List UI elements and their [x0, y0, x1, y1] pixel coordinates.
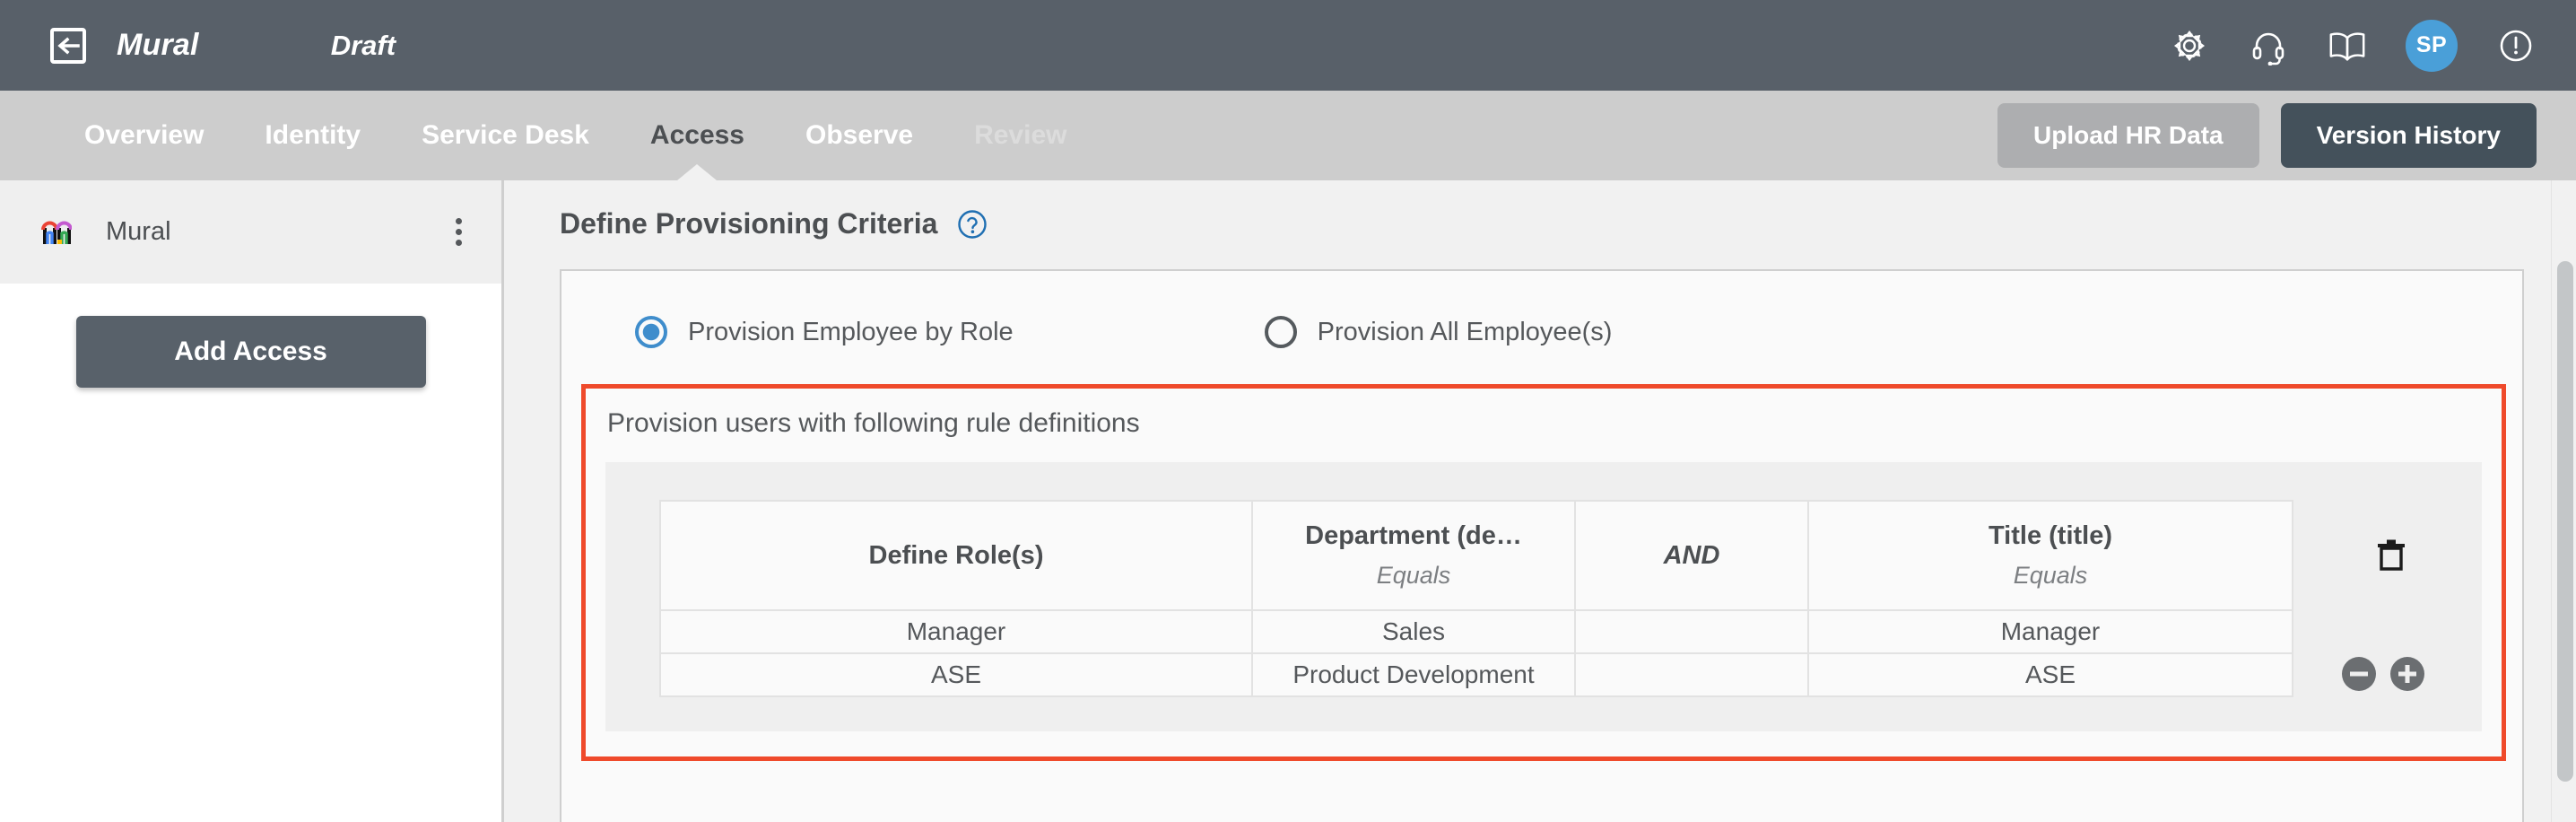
- top-bar: Mural Draft SP: [0, 0, 2576, 91]
- rules-table-header-row: Define Role(s) Department (de… Equals AN…: [659, 500, 2293, 611]
- book-icon[interactable]: [2327, 25, 2368, 66]
- tab-service-desk[interactable]: Service Desk: [391, 91, 620, 180]
- nav-tab-list: Overview Identity Service Desk Access Ob…: [54, 91, 1097, 180]
- radio-by-role-input[interactable]: [635, 316, 667, 348]
- nav-bar: Overview Identity Service Desk Access Ob…: [0, 91, 2576, 180]
- page-title: Define Provisioning Criteria: [560, 207, 938, 240]
- sidebar-item-label: Mural: [106, 217, 171, 246]
- rule-definitions-title: Provision users with following rule defi…: [607, 408, 1140, 438]
- exclamation-circle-icon[interactable]: [2495, 25, 2537, 66]
- tab-observe[interactable]: Observe: [775, 91, 944, 180]
- table-row[interactable]: Manager Sales Manager: [659, 609, 2293, 654]
- column-header-department: Department (de… Equals: [1251, 500, 1576, 611]
- radio-option-all-employees[interactable]: Provision All Employee(s): [1264, 316, 1613, 348]
- tab-identity[interactable]: Identity: [234, 91, 391, 180]
- application-window: Mural Draft SP Overview Identity Service…: [0, 0, 2576, 822]
- cell-role[interactable]: Manager: [659, 609, 1253, 654]
- avatar[interactable]: SP: [2406, 19, 2458, 72]
- plus-circle-icon[interactable]: [2390, 657, 2424, 691]
- column-header-define-roles-label: Define Role(s): [868, 540, 1044, 570]
- column-header-define-roles: Define Role(s): [659, 500, 1253, 611]
- provisioning-mode-radio-group: Provision Employee by Role Provision All…: [561, 316, 2522, 348]
- rule-table-container: Define Role(s) Department (de… Equals AN…: [605, 462, 2482, 731]
- trash-icon[interactable]: [2375, 537, 2407, 573]
- cell-title[interactable]: Manager: [1807, 609, 2293, 654]
- top-bar-left: Mural Draft: [50, 27, 396, 64]
- cell-role[interactable]: ASE: [659, 652, 1253, 697]
- radio-by-role-label: Provision Employee by Role: [688, 317, 1014, 346]
- page-body: Mural Add Access Define Provisioning Cri…: [0, 180, 2576, 822]
- cell-department[interactable]: Product Development: [1251, 652, 1576, 697]
- nav-actions: Upload HR Data Version History: [1997, 103, 2537, 168]
- headset-icon[interactable]: [2248, 25, 2289, 66]
- column-header-and: AND: [1574, 500, 1809, 611]
- cell-department[interactable]: Sales: [1251, 609, 1576, 654]
- column-header-department-operator: Equals: [1376, 562, 1451, 589]
- rules-table: Define Role(s) Department (de… Equals AN…: [659, 500, 2293, 697]
- minus-circle-icon[interactable]: [2342, 657, 2376, 691]
- tab-access[interactable]: Access: [620, 91, 775, 180]
- radio-all-employees-input[interactable]: [1264, 316, 1297, 348]
- column-header-title: Title (title) Equals: [1807, 500, 2293, 611]
- vertical-scrollbar[interactable]: [2551, 180, 2576, 822]
- main-content: Define Provisioning Criteria Provision E…: [504, 180, 2576, 822]
- add-access-button[interactable]: Add Access: [75, 316, 426, 388]
- add-access-container: Add Access: [0, 284, 501, 388]
- sidebar: Mural Add Access: [0, 180, 504, 822]
- rule-row-actions: [2293, 500, 2464, 695]
- rules-table-head: Define Role(s) Department (de… Equals AN…: [659, 500, 2293, 611]
- column-header-title-operator: Equals: [2013, 562, 2088, 589]
- cell-and: [1574, 652, 1809, 697]
- cell-and: [1574, 609, 1809, 654]
- brand-title: Mural: [117, 28, 199, 62]
- radio-all-employees-label: Provision All Employee(s): [1317, 317, 1613, 346]
- help-circle-icon[interactable]: [957, 209, 988, 240]
- tab-review: Review: [974, 120, 1067, 150]
- delete-rule-group[interactable]: [2293, 500, 2464, 609]
- table-row[interactable]: ASE Product Development ASE: [659, 652, 2293, 697]
- main-title-row: Define Provisioning Criteria: [560, 207, 2576, 240]
- cell-title[interactable]: ASE: [1807, 652, 2293, 697]
- draft-status-label: Draft: [330, 29, 396, 61]
- radio-option-by-role[interactable]: Provision Employee by Role: [635, 316, 1014, 348]
- rules-table-body: Manager Sales Manager ASE Product Develo…: [659, 609, 2293, 697]
- column-header-department-label: Department (de…: [1305, 521, 1522, 550]
- sidebar-item-mural[interactable]: Mural: [0, 180, 501, 284]
- upload-hr-data-button[interactable]: Upload HR Data: [1997, 103, 2259, 168]
- column-header-and-label: AND: [1663, 540, 1720, 570]
- kebab-menu-icon[interactable]: [450, 213, 467, 251]
- exit-left-icon[interactable]: [50, 27, 86, 64]
- column-header-title-label: Title (title): [1988, 521, 2113, 550]
- scrollbar-thumb[interactable]: [2557, 261, 2573, 782]
- top-bar-right: SP: [2169, 19, 2537, 72]
- mural-logo-icon: [41, 221, 72, 244]
- row-add-remove-controls: [2333, 652, 2424, 695]
- provisioning-card: Provision Employee by Role Provision All…: [560, 269, 2524, 822]
- rule-definitions-box: Provision users with following rule defi…: [581, 384, 2506, 761]
- gear-icon[interactable]: [2169, 25, 2210, 66]
- tab-overview[interactable]: Overview: [54, 91, 234, 180]
- version-history-button[interactable]: Version History: [2280, 103, 2537, 168]
